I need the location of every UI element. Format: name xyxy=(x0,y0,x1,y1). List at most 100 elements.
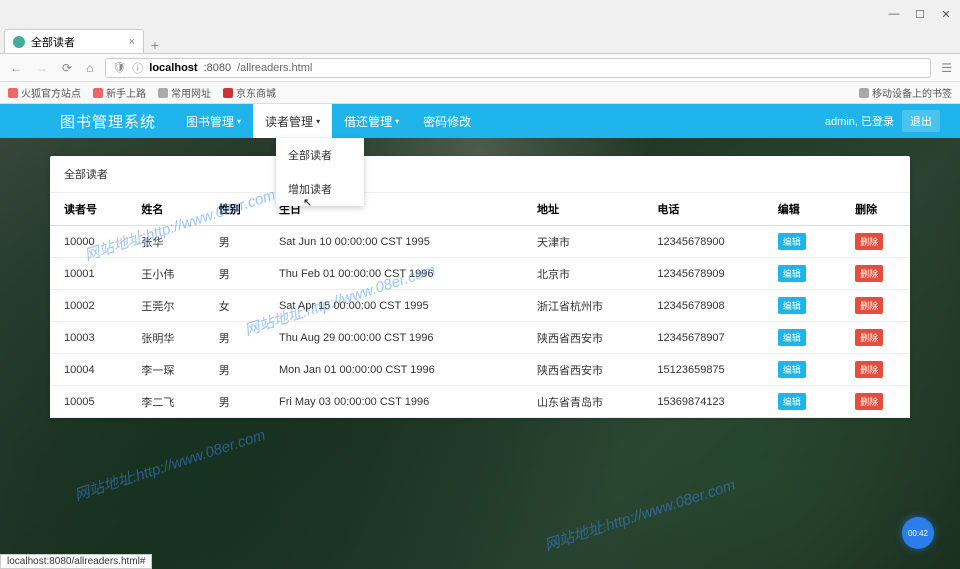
table-cell: 天津市 xyxy=(523,226,643,258)
delete-button[interactable]: 删除 xyxy=(855,233,883,250)
readers-table: 读者号姓名性别生日地址电话编辑删除 10000张华男Sat Jun 10 00:… xyxy=(50,192,910,418)
table-cell: Fri May 03 00:00:00 CST 1996 xyxy=(265,386,523,418)
url-port: :8080 xyxy=(204,62,232,74)
forward-icon[interactable]: → xyxy=(34,61,50,75)
address-input[interactable]: 🛡 ⓘ localhost :8080/allreaders.html xyxy=(105,58,931,78)
logout-button[interactable]: 退出 xyxy=(902,110,940,132)
edit-button[interactable]: 编辑 xyxy=(778,297,806,314)
chevron-down-icon: ▾ xyxy=(237,117,241,126)
table-cell: 删除 xyxy=(841,226,910,258)
table-cell: 王莞尔 xyxy=(127,290,204,322)
bookmark-item[interactable]: 火狐官方站点 xyxy=(8,85,81,100)
table-cell: 删除 xyxy=(841,354,910,386)
readers-dropdown: 全部读者 增加读者 xyxy=(276,138,364,206)
favicon-icon xyxy=(13,36,25,48)
delete-button[interactable]: 删除 xyxy=(855,297,883,314)
shield-icon: 🛡 xyxy=(112,61,126,74)
table-cell: 10000 xyxy=(50,226,127,258)
table-cell: 12345678908 xyxy=(643,290,763,322)
table-header: 编辑 xyxy=(764,193,841,226)
table-cell: 王小伟 xyxy=(127,258,204,290)
table-cell: 李二飞 xyxy=(127,386,204,418)
close-icon[interactable]: ✕ xyxy=(940,8,952,20)
table-cell: 10003 xyxy=(50,322,127,354)
new-tab-button[interactable]: + xyxy=(144,37,166,53)
table-cell: 10001 xyxy=(50,258,127,290)
table-cell: 张明华 xyxy=(127,322,204,354)
page-content: 图书管理系统 图书管理▾ 读者管理▾ 借还管理▾ 密码修改 admin, 已登录… xyxy=(0,104,960,569)
bookmark-icon[interactable]: ☰ xyxy=(941,61,952,75)
home-icon[interactable]: ⌂ xyxy=(84,61,95,75)
delete-button[interactable]: 删除 xyxy=(855,329,883,346)
dropdown-add-reader[interactable]: 增加读者 xyxy=(276,172,364,206)
maximize-icon[interactable]: ☐ xyxy=(914,8,926,20)
delete-button[interactable]: 删除 xyxy=(855,265,883,282)
browser-tab[interactable]: 全部读者 × xyxy=(4,29,144,53)
browser-urlbar: ← → ⟳ ⌂ 🛡 ⓘ localhost :8080/allreaders.ht… xyxy=(0,54,960,82)
edit-button[interactable]: 编辑 xyxy=(778,361,806,378)
top-nav: 图书管理系统 图书管理▾ 读者管理▾ 借还管理▾ 密码修改 admin, 已登录… xyxy=(0,104,960,138)
table-cell: Sat Apr 15 00:00:00 CST 1995 xyxy=(265,290,523,322)
user-info: admin, 已登录 xyxy=(825,113,894,129)
chevron-down-icon: ▾ xyxy=(316,117,320,126)
url-path: /allreaders.html xyxy=(237,62,312,74)
table-cell: 张华 xyxy=(127,226,204,258)
table-cell: 12345678909 xyxy=(643,258,763,290)
table-cell: 编辑 xyxy=(764,322,841,354)
chevron-down-icon: ▾ xyxy=(395,117,399,126)
browser-tabbar: 全部读者 × + xyxy=(0,28,960,54)
table-header: 删除 xyxy=(841,193,910,226)
dropdown-all-readers[interactable]: 全部读者 xyxy=(276,138,364,172)
table-row: 10000张华男Sat Jun 10 00:00:00 CST 1995天津市1… xyxy=(50,226,910,258)
table-cell: 男 xyxy=(205,226,265,258)
tab-close-icon[interactable]: × xyxy=(129,36,135,48)
table-cell: 删除 xyxy=(841,258,910,290)
reload-icon[interactable]: ⟳ xyxy=(60,61,74,75)
table-row: 10005李二飞男Fri May 03 00:00:00 CST 1996山东省… xyxy=(50,386,910,418)
table-cell: 编辑 xyxy=(764,386,841,418)
table-cell: 女 xyxy=(205,290,265,322)
table-cell: 编辑 xyxy=(764,226,841,258)
table-cell: 删除 xyxy=(841,322,910,354)
nav-books[interactable]: 图书管理▾ xyxy=(174,104,253,138)
table-cell: Sat Jun 10 00:00:00 CST 1995 xyxy=(265,226,523,258)
nav-borrow[interactable]: 借还管理▾ xyxy=(332,104,411,138)
table-cell: 男 xyxy=(205,354,265,386)
edit-button[interactable]: 编辑 xyxy=(778,393,806,410)
recording-timer[interactable]: 00:42 xyxy=(902,517,934,549)
table-cell: Mon Jan 01 00:00:00 CST 1996 xyxy=(265,354,523,386)
table-cell: Thu Feb 01 00:00:00 CST 1996 xyxy=(265,258,523,290)
table-row: 10004李一琛男Mon Jan 01 00:00:00 CST 1996陕西省… xyxy=(50,354,910,386)
table-cell: Thu Aug 29 00:00:00 CST 1996 xyxy=(265,322,523,354)
table-cell: 北京市 xyxy=(523,258,643,290)
table-header: 地址 xyxy=(523,193,643,226)
table-cell: 10004 xyxy=(50,354,127,386)
table-cell: 10002 xyxy=(50,290,127,322)
url-host: localhost xyxy=(149,62,197,74)
readers-panel: 全部读者 读者号姓名性别生日地址电话编辑删除 10000张华男Sat Jun 1… xyxy=(50,156,910,418)
bookmark-mobile[interactable]: 移动设备上的书签 xyxy=(859,85,952,100)
delete-button[interactable]: 删除 xyxy=(855,361,883,378)
edit-button[interactable]: 编辑 xyxy=(778,329,806,346)
nav-readers[interactable]: 读者管理▾ xyxy=(253,104,332,138)
back-icon[interactable]: ← xyxy=(8,61,24,75)
table-cell: 陕西省西安市 xyxy=(523,354,643,386)
table-cell: 15369874123 xyxy=(643,386,763,418)
table-cell: 10005 xyxy=(50,386,127,418)
table-cell: 编辑 xyxy=(764,258,841,290)
table-header: 姓名 xyxy=(127,193,204,226)
nav-password[interactable]: 密码修改 xyxy=(411,104,483,138)
table-cell: 删除 xyxy=(841,290,910,322)
minimize-icon[interactable]: — xyxy=(888,8,900,20)
bookmark-item[interactable]: 新手上路 xyxy=(93,85,146,100)
bookmark-item[interactable]: 京东商城 xyxy=(223,85,276,100)
table-header: 读者号 xyxy=(50,193,127,226)
table-cell: 男 xyxy=(205,322,265,354)
delete-button[interactable]: 删除 xyxy=(855,393,883,410)
edit-button[interactable]: 编辑 xyxy=(778,233,806,250)
edit-button[interactable]: 编辑 xyxy=(778,265,806,282)
table-cell: 山东省青岛市 xyxy=(523,386,643,418)
bookmark-item[interactable]: 常用网址 xyxy=(158,85,211,100)
table-cell: 男 xyxy=(205,258,265,290)
info-icon: ⓘ xyxy=(132,60,143,76)
